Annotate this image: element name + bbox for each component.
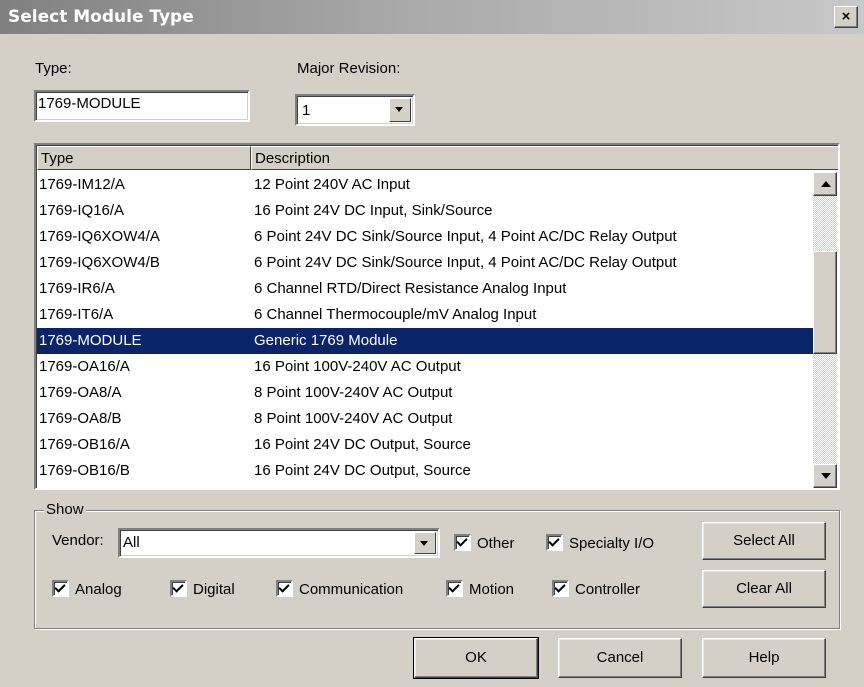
row-type: 1769-OB16/B bbox=[39, 462, 130, 479]
column-header-description[interactable]: Description bbox=[251, 146, 838, 170]
module-type-list[interactable]: Type Description 1769-IM12/A 12 Point 240… bbox=[34, 143, 840, 490]
digital-label: Digital bbox=[193, 581, 235, 598]
checkbox-checked-icon[interactable] bbox=[52, 580, 69, 598]
column-header-type[interactable]: Type bbox=[37, 146, 251, 170]
row-type: 1769-IM12/A bbox=[39, 176, 125, 193]
major-revision-label: Major Revision: bbox=[297, 60, 401, 77]
specialty-io-checkbox[interactable]: Specialty I/O bbox=[546, 534, 654, 554]
row-type: 1769-IQ6XOW4/B bbox=[39, 254, 160, 271]
chevron-down-icon[interactable] bbox=[389, 98, 411, 122]
list-item[interactable]: 1769-OB16/A 16 Point 24V DC Output, Sourc… bbox=[37, 432, 811, 458]
checkbox-checked-icon[interactable] bbox=[454, 534, 471, 552]
vendor-select-value: All bbox=[123, 534, 140, 551]
major-revision-value: 1 bbox=[302, 102, 311, 119]
type-label: Type: bbox=[35, 60, 72, 77]
scroll-down-icon[interactable] bbox=[813, 464, 837, 488]
vendor-label: Vendor: bbox=[52, 532, 104, 549]
row-type: 1769-IT6/A bbox=[39, 306, 114, 323]
row-description: 6 Channel Thermocouple/mV Analog Input bbox=[254, 306, 537, 323]
list-item[interactable]: 1769-IR6/A 6 Channel RTD/Direct Resistanc… bbox=[37, 276, 811, 302]
list-item[interactable]: 1769-IQ16/A 16 Point 24V DC Input, Sink/S… bbox=[37, 198, 811, 224]
row-description: Generic 1769 Module bbox=[251, 328, 814, 354]
select-all-button[interactable]: Select All bbox=[702, 522, 826, 560]
chevron-down-icon[interactable] bbox=[414, 532, 436, 554]
row-type: 1769-IR6/A bbox=[39, 280, 115, 297]
row-description: 6 Channel RTD/Direct Resistance Analog I… bbox=[254, 280, 567, 297]
controller-label: Controller bbox=[575, 581, 641, 598]
analog-checkbox[interactable]: Analog bbox=[52, 580, 122, 600]
list-item[interactable]: 1769-OA8/B 8 Point 100V-240V AC Output bbox=[37, 406, 811, 432]
vendor-select[interactable]: All bbox=[118, 528, 440, 558]
list-item[interactable]: 1769-OA16/A 16 Point 100V-240V AC Output bbox=[37, 354, 811, 380]
list-item[interactable]: 1769-IQ6XOW4/B 6 Point 24V DC Sink/Source… bbox=[37, 250, 811, 276]
list-rows: 1769-IM12/A 12 Point 240V AC Input 1769-I… bbox=[37, 172, 814, 484]
row-description: 16 Point 100V-240V AC Output bbox=[254, 358, 461, 375]
vertical-scrollbar[interactable] bbox=[813, 172, 837, 488]
row-description: 16 Point 24V DC Input, Sink/Source bbox=[254, 202, 493, 219]
motion-label: Motion bbox=[469, 581, 515, 598]
row-description: 12 Point 240V AC Input bbox=[254, 176, 410, 193]
other-label: Other bbox=[477, 535, 515, 552]
checkbox-checked-icon[interactable] bbox=[546, 534, 563, 552]
row-type: 1769-IQ16/A bbox=[39, 202, 125, 219]
list-item[interactable]: 1769-IQ6XOW4/A 6 Point 24V DC Sink/Source… bbox=[37, 224, 811, 250]
type-input-value: 1769-MODULE bbox=[38, 95, 141, 112]
ok-button[interactable]: OK bbox=[413, 637, 539, 679]
list-item[interactable]: 1769-IM12/A 12 Point 240V AC Input bbox=[37, 172, 811, 198]
list-item[interactable]: 1769-OA8/A 8 Point 100V-240V AC Output bbox=[37, 380, 811, 406]
row-type: 1769-MODULE bbox=[37, 328, 251, 354]
analog-label: Analog bbox=[75, 581, 122, 598]
row-type: 1769-OB16/A bbox=[39, 436, 130, 453]
digital-checkbox[interactable]: Digital bbox=[170, 580, 235, 600]
row-description: 6 Point 24V DC Sink/Source Input, 4 Poin… bbox=[254, 254, 677, 271]
close-button[interactable]: × bbox=[834, 6, 858, 28]
clear-all-button[interactable]: Clear All bbox=[702, 570, 826, 608]
motion-checkbox[interactable]: Motion bbox=[446, 580, 514, 600]
row-description: 8 Point 100V-240V AC Output bbox=[254, 410, 453, 427]
scrollbar-thumb[interactable] bbox=[813, 251, 837, 354]
window-title: Select Module Type bbox=[8, 7, 194, 27]
communication-checkbox[interactable]: Communication bbox=[276, 580, 403, 600]
list-header: Type Description bbox=[37, 146, 838, 170]
checkbox-checked-icon[interactable] bbox=[170, 580, 187, 598]
scroll-up-icon[interactable] bbox=[813, 172, 837, 196]
row-type: 1769-OA8/A bbox=[39, 384, 122, 401]
checkbox-checked-icon[interactable] bbox=[446, 580, 463, 598]
type-input[interactable]: 1769-MODULE bbox=[34, 90, 250, 122]
list-item[interactable]: 1769-OB16/B 16 Point 24V DC Output, Sourc… bbox=[37, 458, 811, 484]
row-type: 1769-OA8/B bbox=[39, 410, 122, 427]
controller-checkbox[interactable]: Controller bbox=[552, 580, 640, 600]
row-description: 16 Point 24V DC Output, Source bbox=[254, 462, 471, 479]
list-item-selected[interactable]: 1769-MODULE Generic 1769 Module bbox=[37, 328, 814, 354]
major-revision-select[interactable]: 1 bbox=[295, 94, 415, 126]
communication-label: Communication bbox=[299, 581, 404, 598]
list-item[interactable]: 1769-IT6/A 6 Channel Thermocouple/mV Anal… bbox=[37, 302, 811, 328]
row-type: 1769-IQ6XOW4/A bbox=[39, 228, 160, 245]
row-description: 16 Point 24V DC Output, Source bbox=[254, 436, 471, 453]
row-type: 1769-OA16/A bbox=[39, 358, 130, 375]
checkbox-checked-icon[interactable] bbox=[276, 580, 293, 598]
show-legend: Show bbox=[44, 501, 86, 518]
row-description: 6 Point 24V DC Sink/Source Input, 4 Poin… bbox=[254, 228, 677, 245]
checkbox-checked-icon[interactable] bbox=[552, 580, 569, 598]
title-bar: Select Module Type × bbox=[0, 0, 864, 34]
row-description: 8 Point 100V-240V AC Output bbox=[254, 384, 453, 401]
specialty-io-label: Specialty I/O bbox=[569, 535, 655, 552]
other-checkbox[interactable]: Other bbox=[454, 534, 515, 554]
cancel-button[interactable]: Cancel bbox=[558, 638, 682, 678]
help-button[interactable]: Help bbox=[702, 638, 826, 678]
